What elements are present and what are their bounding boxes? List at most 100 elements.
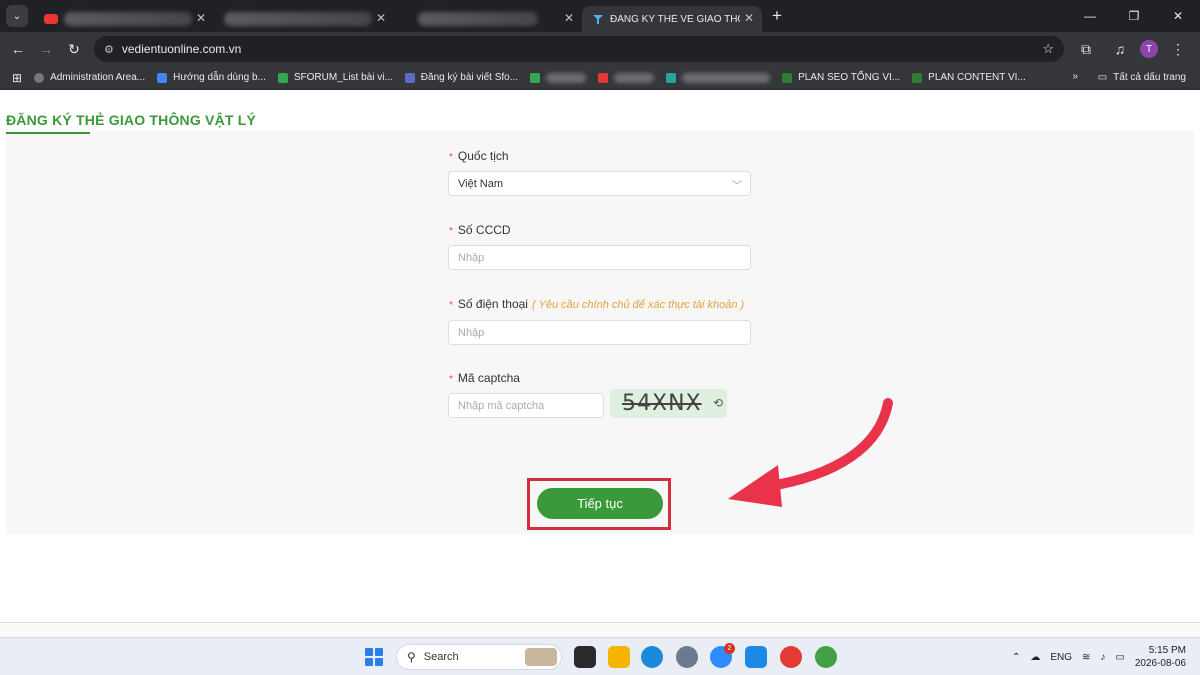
site-info-icon[interactable]: ⚙ [104,43,114,56]
close-tab-icon[interactable]: ✕ [196,11,206,25]
browser-tab-active[interactable]: ĐĂNG KÝ THẺ VÉ GIAO THÔNG ✕ [582,6,762,32]
required-mark: * [449,152,453,163]
clock-date: 2026-08-06 [1134,658,1186,669]
clock[interactable]: 5:15 PM 2026-08-06 [1135,644,1186,670]
youtube-icon [44,14,58,24]
required-mark: * [449,374,453,385]
clock-time: 5:15 PM [1148,645,1186,656]
id-number-input[interactable] [448,245,751,270]
captcha-code: 54XNX [622,391,702,416]
chrome-icon[interactable] [780,646,802,668]
chevron-down-icon: ﹀ [732,181,742,192]
site-favicon-icon [593,15,603,24]
menu-icon[interactable]: ⋮ [1164,35,1192,63]
plus-sheet-icon [782,72,793,83]
close-tab-icon[interactable]: ✕ [744,11,754,25]
folder-icon: ▭ [1097,72,1108,83]
browser-tab[interactable]: ✕ [214,6,394,32]
bookmark-item[interactable]: Hướng dẫn dùng b... [157,72,266,83]
chevron-up-icon[interactable]: ⌃ [1012,652,1020,663]
forward-icon[interactable]: → [32,35,60,63]
minimize-icon[interactable]: — [1068,0,1112,32]
phone-input[interactable] [448,320,751,345]
volume-icon[interactable]: ♪ [1100,652,1105,663]
language-indicator[interactable]: ENG [1050,652,1072,663]
bookmark-item-blurred[interactable] [666,72,771,83]
close-window-icon[interactable]: ✕ [1156,0,1200,32]
media-control-icon[interactable]: ♫ [1106,35,1134,63]
phone-ownership-note: ( Yêu cầu chính chủ để xác thực tài khoả… [531,299,745,311]
bookmark-star-icon[interactable]: ☆ [1042,41,1054,57]
nationality-select[interactable]: Việt Nam ﹀ [448,171,751,196]
close-tab-icon[interactable]: ✕ [564,11,574,25]
s-logo-icon [598,72,609,83]
photos-icon[interactable] [745,646,767,668]
address-bar[interactable]: ⚙ vedientuonline.com.vn ☆ [94,36,1064,62]
image-icon [666,72,677,83]
window-controls: — ❐ ✕ [1068,0,1200,32]
apps-icon[interactable]: ⊞ [12,71,22,85]
phone-label: * Số điện thoại( Yêu cầu chính chủ để xác… [449,297,745,311]
required-mark: * [449,300,453,311]
taskbar-search[interactable]: ⚲ Search [396,644,562,670]
battery-icon[interactable]: ▭ [1115,652,1124,663]
chrome-profile-icon[interactable] [815,646,837,668]
page-footer-strip [0,622,1200,637]
extensions-icon[interactable]: ⧉ [1072,35,1100,63]
tab-strip: ⌄ ✕ ✕ ✕ ĐĂNG KÝ THẺ VÉ GIAO THÔNG ✕ + — … [0,0,1200,32]
blurred-tab-title [224,12,372,26]
browser-tab[interactable]: ✕ [34,6,214,32]
browser-toolbar: ← → ↻ ⚙ vedientuonline.com.vn ☆ ⧉ ♫ T ⋮ [0,32,1200,66]
bookmark-item[interactable]: Administration Area... [34,72,145,83]
bookmark-item[interactable]: Đăng ký bài viết Sfo... [404,72,518,83]
new-tab-icon[interactable]: + [772,6,782,26]
windows-start-icon[interactable] [365,648,383,666]
circle-icon [34,72,45,83]
bookmark-item[interactable]: PLAN CONTENT VI... [912,72,1026,83]
search-highlight-image [525,648,557,666]
bookmark-item[interactable]: PLAN SEO TỔNG VI... [782,72,900,83]
toolbar-right: ⧉ ♫ T ⋮ [1072,35,1192,63]
settings-gear-icon[interactable] [676,646,698,668]
sheet-arrow-icon [530,72,541,83]
bookmark-item[interactable]: SFORUM_List bài vi... [277,72,393,83]
id-number-label: * Số CCCD [449,223,511,237]
task-view-icon[interactable] [574,646,596,668]
captcha-label: * Mã captcha [449,371,520,385]
title-underline [6,132,90,134]
annotation-arrow-icon [728,398,893,507]
wifi-icon[interactable]: ≋ [1082,652,1090,663]
continue-button[interactable]: Tiếp tục [537,488,663,519]
nationality-value: Việt Nam [458,177,504,190]
restore-icon[interactable]: ❐ [1112,0,1156,32]
profile-avatar[interactable]: T [1140,40,1158,58]
more-bookmarks-button[interactable]: » [1072,71,1078,82]
plus-sheet-icon [912,72,923,83]
system-tray: ⌃ ☁ ENG ≋ ♪ ▭ 5:15 PM 2026-08-06 [1012,638,1200,675]
forms-icon [404,72,415,83]
cloud-icon[interactable]: ☁ [1030,652,1040,663]
captcha-input[interactable] [448,393,604,418]
all-bookmarks-folder[interactable]: ▭ Tất cả dấu trang [1098,72,1186,83]
close-tab-icon[interactable]: ✕ [376,11,386,25]
reload-icon[interactable]: ↻ [60,35,88,63]
blurred-tab-title [64,12,192,26]
bookmark-item-blurred[interactable] [530,72,587,83]
tab-search-button[interactable]: ⌄ [6,5,28,27]
active-tab-title: ĐĂNG KÝ THẺ VÉ GIAO THÔNG [610,13,740,25]
search-icon: ⚲ [407,650,416,664]
notification-badge: 2 [724,643,735,654]
browser-tab[interactable]: ✕ [394,6,582,32]
nationality-label: * Quốc tịch [449,149,509,163]
file-explorer-icon[interactable] [608,646,630,668]
bookmark-item-blurred[interactable] [598,72,655,83]
back-icon[interactable]: ← [4,35,32,63]
url-text: vedientuonline.com.vn [121,42,242,56]
required-mark: * [449,226,453,237]
bookmarks-bar: ⊞ Administration Area... Hướng dẫn dùng … [0,66,1200,90]
edge-browser-icon[interactable] [641,646,663,668]
captcha-image: 54XNX ⟲ [610,389,727,418]
docs-icon [157,72,168,83]
blurred-tab-title [418,12,538,26]
page-title: ĐĂNG KÝ THẺ GIAO THÔNG VẬT LÝ [6,112,257,128]
